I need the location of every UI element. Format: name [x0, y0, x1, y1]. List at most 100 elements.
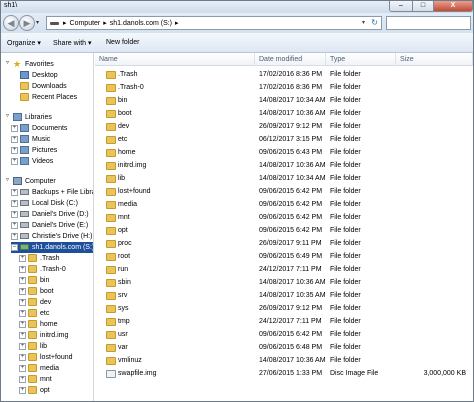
expand-toggle-icon[interactable]: + [19, 365, 26, 372]
expand-toggle-icon[interactable]: + [11, 222, 18, 229]
forward-button[interactable]: ▶ [19, 15, 35, 31]
tree-item-pictures[interactable]: + Pictures [1, 145, 93, 156]
expand-toggle-icon[interactable]: + [19, 255, 26, 262]
file-row[interactable]: boot 14/08/2017 10:36 AM File folder [95, 107, 473, 120]
tree-item-daniel-s-drive-e[interactable]: + Daniel's Drive (E:) [1, 220, 93, 231]
expand-toggle-icon[interactable]: + [11, 189, 18, 196]
breadcrumb-separator[interactable]: ▸ [103, 20, 107, 27]
expand-toggle-icon[interactable]: + [11, 147, 18, 154]
tree-item-home[interactable]: + home [1, 319, 93, 330]
expand-toggle-icon[interactable]: + [11, 158, 18, 165]
column-header-size[interactable]: Size [396, 53, 473, 66]
tree-item-backups-file-library[interactable]: + Backups + File Library [1, 187, 93, 198]
file-row[interactable]: mnt 09/06/2015 6:42 PM File folder [95, 211, 473, 224]
tree-item-lost-found[interactable]: + lost+found [1, 352, 93, 363]
close-button[interactable]: X [433, 1, 473, 12]
tree-item-favorites[interactable]: ▿ ★ Favorites [1, 59, 93, 70]
expand-toggle-icon[interactable]: + [11, 200, 18, 207]
navigation-pane[interactable]: ▿ ★ Favorites Desktop Downloads Recent Places… [1, 53, 94, 401]
organize-menu[interactable]: Organize ▾ [7, 39, 41, 47]
new-folder-button[interactable]: New folder [106, 39, 139, 46]
expand-toggle-icon[interactable]: + [19, 387, 26, 394]
file-row[interactable]: dev 26/09/2017 9:12 PM File folder [95, 120, 473, 133]
tree-item-computer[interactable]: ▿ Computer [1, 176, 93, 187]
column-header-date-modified[interactable]: Date modified [255, 53, 326, 66]
expand-toggle-icon[interactable]: + [11, 211, 18, 218]
expand-toggle-icon[interactable]: + [11, 233, 18, 240]
expand-toggle-icon[interactable]: + [19, 376, 26, 383]
breadcrumb-item[interactable]: Computer [70, 20, 101, 27]
expand-toggle-icon[interactable]: ▿ [4, 177, 11, 185]
tree-item-media[interactable]: + media [1, 363, 93, 374]
expand-toggle-icon[interactable]: + [19, 299, 26, 306]
tree-item-mnt[interactable]: + mnt [1, 374, 93, 385]
expand-toggle-icon[interactable]: + [19, 321, 26, 328]
tree-item-initrd-img[interactable]: + initrd.img [1, 330, 93, 341]
minimize-button[interactable]: – [389, 1, 413, 12]
tree-item-trash-0[interactable]: + .Trash-0 [1, 264, 93, 275]
file-row[interactable]: lost+found 09/06/2015 6:42 PM File folder [95, 185, 473, 198]
tree-item-downloads[interactable]: Downloads [1, 81, 93, 92]
file-row[interactable]: sbin 14/08/2017 10:36 AM File folder [95, 276, 473, 289]
expand-toggle-icon[interactable]: + [19, 343, 26, 350]
expand-toggle-icon[interactable]: ▿ [4, 113, 11, 121]
file-row[interactable]: lib 14/08/2017 10:34 AM File folder [95, 172, 473, 185]
breadcrumb-separator[interactable]: ▸ [63, 20, 67, 27]
tree-item-dev[interactable]: + dev [1, 297, 93, 308]
file-row[interactable]: .Trash-0 17/02/2016 8:36 PM File folder [95, 81, 473, 94]
tree-item-trash[interactable]: + .Trash [1, 253, 93, 264]
tree-item-libraries[interactable]: ▿ Libraries [1, 112, 93, 123]
file-row[interactable]: vmlinuz 14/08/2017 10:36 AM File folder [95, 354, 473, 367]
file-row[interactable]: usr 09/06/2015 6:42 PM File folder [95, 328, 473, 341]
expand-toggle-icon[interactable]: + [19, 266, 26, 273]
tree-item-opt[interactable]: + opt [1, 385, 93, 396]
expand-toggle-icon[interactable]: + [19, 310, 26, 317]
expand-toggle-icon[interactable]: + [19, 332, 26, 339]
address-dropdown-button[interactable]: ▾ [362, 19, 365, 26]
file-row[interactable]: opt 09/06/2015 6:42 PM File folder [95, 224, 473, 237]
tree-item-etc[interactable]: + etc [1, 308, 93, 319]
tree-item-christie-s-drive-h[interactable]: + Christie's Drive (H:) [1, 231, 93, 242]
expand-toggle-icon[interactable]: + [11, 125, 18, 132]
tree-item-documents[interactable]: + Documents [1, 123, 93, 134]
file-row[interactable]: root 09/06/2015 6:49 PM File folder [95, 250, 473, 263]
expand-toggle-icon[interactable]: + [11, 136, 18, 143]
expand-toggle-icon[interactable]: + [19, 277, 26, 284]
file-row[interactable]: tmp 24/12/2017 7:11 PM File folder [95, 315, 473, 328]
tree-item-music[interactable]: + Music [1, 134, 93, 145]
file-row[interactable]: run 24/12/2017 7:11 PM File folder [95, 263, 473, 276]
search-input[interactable] [386, 16, 471, 30]
file-row[interactable]: swapfile.img 27/06/2015 1:33 PM Disc Image… [95, 367, 473, 380]
tree-item-bin[interactable]: + bin [1, 275, 93, 286]
file-row[interactable]: initrd.img 14/08/2017 10:36 AM File folder [95, 159, 473, 172]
file-row[interactable]: bin 14/08/2017 10:34 AM File folder [95, 94, 473, 107]
breadcrumb-item[interactable]: sh1.danols.com (S:) [110, 20, 172, 27]
expand-toggle-icon[interactable]: ▿ [4, 60, 11, 68]
breadcrumb-separator[interactable]: ▸ [175, 20, 179, 27]
address-bar[interactable]: ▸ Computer ▸ sh1.danols.com (S:) ▸ ▾ ↻ [46, 16, 382, 30]
column-header-type[interactable]: Type [326, 53, 396, 66]
back-button[interactable]: ◀ [3, 15, 19, 31]
tree-item-local-disk-c[interactable]: + Local Disk (C:) [1, 198, 93, 209]
tree-item-boot[interactable]: + boot [1, 286, 93, 297]
recent-pages-dropdown[interactable]: ▾ [36, 19, 39, 26]
tree-item-desktop[interactable]: Desktop [1, 70, 93, 81]
tree-item-videos[interactable]: + Videos [1, 156, 93, 167]
file-row[interactable]: srv 14/08/2017 10:35 AM File folder [95, 289, 473, 302]
tree-item-sh1-danols-com-s[interactable]: – sh1.danols.com (S:) [11, 242, 93, 253]
tree-item-daniel-s-drive-d[interactable]: + Daniel's Drive (D:) [1, 209, 93, 220]
maximize-button[interactable]: □ [412, 1, 434, 12]
share-with-menu[interactable]: Share with ▾ [53, 39, 92, 47]
expand-toggle-icon[interactable]: – [11, 244, 18, 251]
tree-item-recent-places[interactable]: Recent Places [1, 92, 93, 103]
file-row[interactable]: var 09/06/2015 6:48 PM File folder [95, 341, 473, 354]
file-row[interactable]: .Trash 17/02/2016 8:36 PM File folder [95, 68, 473, 81]
file-row[interactable]: media 09/06/2015 6:42 PM File folder [95, 198, 473, 211]
expand-toggle-icon[interactable]: + [19, 288, 26, 295]
file-row[interactable]: home 09/06/2015 6:43 PM File folder [95, 146, 473, 159]
file-row[interactable]: etc 06/12/2017 3:15 PM File folder [95, 133, 473, 146]
column-header-name[interactable]: Name [95, 53, 255, 66]
file-row[interactable]: proc 26/09/2017 9:11 PM File folder [95, 237, 473, 250]
tree-item-lib[interactable]: + lib [1, 341, 93, 352]
refresh-icon[interactable]: ↻ [371, 18, 378, 27]
